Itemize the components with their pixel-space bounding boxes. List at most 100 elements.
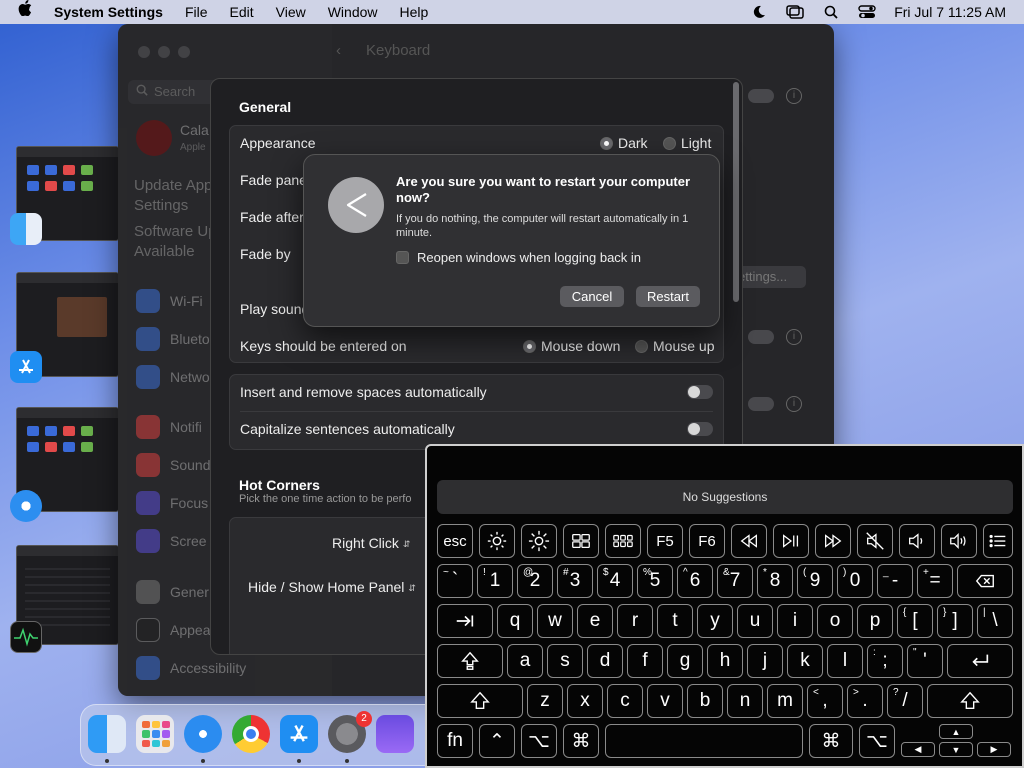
moon-icon[interactable]	[750, 4, 768, 20]
shift-right-key[interactable]	[927, 684, 1013, 718]
keyboard-key[interactable]: + =	[917, 564, 953, 598]
safari-icon[interactable]	[10, 490, 42, 522]
toggle-switch[interactable]	[748, 330, 774, 344]
sidebar-item-focus[interactable]: Focus	[136, 491, 208, 515]
keyboard-key[interactable]: y	[697, 604, 733, 638]
keyboard-key[interactable]: #3	[557, 564, 593, 598]
keyboard-key[interactable]: m	[767, 684, 803, 718]
option-left-key[interactable]: ⌥	[521, 724, 557, 758]
reopen-windows-checkbox[interactable]: Reopen windows when logging back in	[396, 250, 641, 265]
keyboard-key[interactable]: | \	[977, 604, 1013, 638]
menu-file[interactable]: File	[174, 0, 219, 24]
finder-dock-icon[interactable]	[88, 715, 126, 753]
info-icon[interactable]: i	[786, 329, 802, 345]
toggle-switch[interactable]	[748, 89, 774, 103]
tab-key[interactable]	[437, 604, 493, 638]
keyboard-key[interactable]: ~ `	[437, 564, 473, 598]
keyboard-key[interactable]: % 5	[637, 564, 673, 598]
sidebar-item-sound[interactable]: Sound	[136, 453, 210, 477]
options-list-icon[interactable]	[983, 524, 1013, 558]
activity-monitor-icon[interactable]	[10, 621, 42, 653]
capitalize-toggle[interactable]	[687, 422, 713, 436]
podcast-dock-icon[interactable]	[376, 715, 414, 753]
hot-corner-home-panel[interactable]: Hide / Show Home Panel ⇵	[248, 579, 418, 595]
close-window-button[interactable]	[138, 46, 150, 58]
apple-menu-icon[interactable]	[0, 0, 43, 24]
keyboard-key[interactable]: j	[747, 644, 783, 678]
safari-dock-icon[interactable]	[184, 715, 222, 753]
keyboard-key[interactable]: a	[507, 644, 543, 678]
menu-view[interactable]: View	[265, 0, 317, 24]
stage-manager-icon[interactable]	[786, 4, 804, 20]
menu-edit[interactable]: Edit	[219, 0, 265, 24]
arrow-left-key[interactable]: ◀	[901, 742, 935, 757]
sidebar-item-screen-time[interactable]: Scree	[136, 529, 207, 553]
delete-key[interactable]	[957, 564, 1013, 598]
keyboard-key[interactable]: d	[587, 644, 623, 678]
keyboard-key[interactable]: c	[607, 684, 643, 718]
space-bar[interactable]	[605, 724, 803, 758]
brightness-up-icon[interactable]	[521, 524, 557, 558]
app-store-icon[interactable]	[10, 351, 42, 383]
keyboard-key[interactable]: ^ 6	[677, 564, 713, 598]
shift-left-key[interactable]	[437, 684, 523, 718]
keyboard-key[interactable]: ) 0	[837, 564, 873, 598]
scrollbar[interactable]	[733, 82, 739, 302]
keyboard-key[interactable]: w	[537, 604, 573, 638]
keyboard-key[interactable]: g	[667, 644, 703, 678]
keyboard-key[interactable]: z	[527, 684, 563, 718]
menu-help[interactable]: Help	[389, 0, 440, 24]
restart-button[interactable]: Restart	[636, 286, 700, 307]
f5-key[interactable]: F5	[647, 524, 683, 558]
arrow-down-key[interactable]: ▼	[939, 742, 973, 757]
keyboard-key[interactable]: h	[707, 644, 743, 678]
avatar[interactable]	[136, 120, 172, 156]
sidebar-item-accessibility[interactable]: Accessibility	[136, 656, 246, 680]
sidebar-item-general[interactable]: Gener	[136, 580, 209, 604]
fast-forward-icon[interactable]	[815, 524, 851, 558]
keyboard-key[interactable]: & 7	[717, 564, 753, 598]
app-menu[interactable]: System Settings	[43, 0, 174, 24]
appearance-light-radio[interactable]: Light	[663, 135, 711, 151]
keyboard-key[interactable]: u	[737, 604, 773, 638]
volume-up-icon[interactable]	[941, 524, 977, 558]
control-center-icon[interactable]	[858, 4, 876, 20]
keyboard-key[interactable]: b	[687, 684, 723, 718]
sidebar-item-network[interactable]: Netwo	[136, 365, 210, 389]
keyboard-key[interactable]: l	[827, 644, 863, 678]
rewind-icon[interactable]	[731, 524, 767, 558]
keyboard-key[interactable]: t	[657, 604, 693, 638]
brightness-down-icon[interactable]	[479, 524, 515, 558]
keyboard-key[interactable]: @2	[517, 564, 553, 598]
f6-key[interactable]: F6	[689, 524, 725, 558]
fn-key[interactable]: fn	[437, 724, 473, 758]
arrow-up-key[interactable]: ▲	[939, 724, 973, 739]
return-key[interactable]	[947, 644, 1013, 678]
play-pause-icon[interactable]	[773, 524, 809, 558]
keyboard-key[interactable]: o	[817, 604, 853, 638]
arrow-right-key[interactable]: ▶	[977, 742, 1011, 757]
cancel-button[interactable]: Cancel	[560, 286, 624, 307]
mouse-down-radio[interactable]: Mouse down	[523, 338, 620, 354]
account-name[interactable]: Cala	[180, 122, 209, 138]
keyboard-key[interactable]: _ -	[877, 564, 913, 598]
keyboard-key[interactable]: x	[567, 684, 603, 718]
keyboard-key[interactable]: e	[577, 604, 613, 638]
toggle-switch[interactable]	[748, 397, 774, 411]
option-right-key[interactable]: ⌥	[859, 724, 895, 758]
system-settings-dock-icon[interactable]: 2	[328, 711, 372, 753]
keyboard-key[interactable]: ? /	[887, 684, 923, 718]
keyboard-key[interactable]: >.	[847, 684, 883, 718]
sidebar-item-bluetooth[interactable]: Blueto	[136, 327, 210, 351]
launchpad-grid-icon[interactable]	[605, 524, 641, 558]
info-icon[interactable]: i	[786, 88, 802, 104]
command-left-key[interactable]: ⌘	[563, 724, 599, 758]
hot-corner-right-click[interactable]: Right Click ⇵	[332, 535, 413, 551]
keyboard-key[interactable]: f	[627, 644, 663, 678]
keyboard-key[interactable]: <,	[807, 684, 843, 718]
command-right-key[interactable]: ⌘	[809, 724, 853, 758]
keyboard-key[interactable]: n	[727, 684, 763, 718]
chrome-dock-icon[interactable]	[232, 715, 270, 753]
esc-key[interactable]: esc	[437, 524, 473, 558]
caps-lock-key[interactable]	[437, 644, 503, 678]
